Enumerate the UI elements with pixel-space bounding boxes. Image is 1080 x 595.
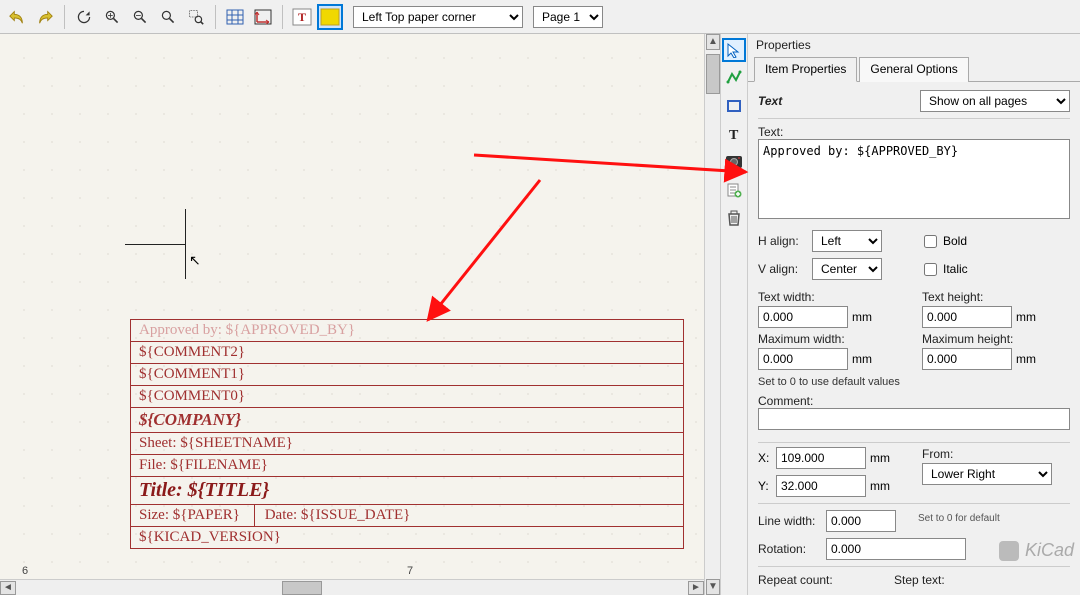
svg-text:T: T xyxy=(729,128,739,142)
tb-size-date[interactable]: Size: ${PAPER} Date: ${ISSUE_DATE} xyxy=(130,504,684,526)
from-label: From: xyxy=(922,447,1070,461)
comment-input[interactable] xyxy=(758,408,1070,430)
tb-company[interactable]: ${COMPANY} xyxy=(130,407,684,432)
text-mode-button[interactable]: T xyxy=(289,4,315,30)
tool-strip: T xyxy=(720,34,748,595)
line-width-label: Line width: xyxy=(758,514,820,528)
tb-date: Date: ${ISSUE_DATE} xyxy=(254,505,421,526)
italic-label: Italic xyxy=(943,262,968,276)
vertical-scrollbar[interactable]: ▲ ▼ xyxy=(704,34,720,595)
tab-item-properties[interactable]: Item Properties xyxy=(754,57,857,82)
tb-sheet[interactable]: Sheet: ${SHEETNAME} xyxy=(130,432,684,454)
undo-button[interactable] xyxy=(4,4,30,30)
scroll-left-icon[interactable]: ◄ xyxy=(0,581,16,595)
scroll-up-icon[interactable]: ▲ xyxy=(706,34,720,50)
tb-kicad-version[interactable]: ${KICAD_VERSION} xyxy=(130,526,684,549)
comment-label: Comment: xyxy=(758,394,1070,408)
zoom-selection-button[interactable] xyxy=(183,4,209,30)
line-width-hint: Set to 0 for default xyxy=(918,513,1000,524)
max-width-input[interactable] xyxy=(758,348,848,370)
properties-title: Properties xyxy=(748,34,1080,56)
text-value-textarea[interactable] xyxy=(758,139,1070,219)
property-tabs: Item Properties General Options xyxy=(748,56,1080,82)
properties-body: Text Show on all pages Text: H align: Le… xyxy=(748,82,1080,595)
valign-dropdown[interactable]: Center xyxy=(812,258,882,280)
append-tool[interactable] xyxy=(722,178,746,202)
step-label: Step text: xyxy=(894,573,945,587)
svg-text:T: T xyxy=(298,10,306,24)
watermark-icon xyxy=(999,541,1019,561)
zoom-out-button[interactable] xyxy=(127,4,153,30)
tb-title[interactable]: Title: ${TITLE} xyxy=(130,476,684,504)
max-height-input[interactable] xyxy=(922,348,1012,370)
text-tool[interactable]: T xyxy=(722,122,746,146)
text-width-label: Text width: xyxy=(758,290,906,304)
tb-approved-by[interactable]: Approved by: ${APPROVED_BY} xyxy=(130,319,684,341)
title-block[interactable]: Approved by: ${APPROVED_BY} ${COMMENT2} … xyxy=(130,319,684,549)
color-mode-button[interactable] xyxy=(317,4,343,30)
properties-panel: Properties Item Properties General Optio… xyxy=(748,34,1080,595)
text-width-input[interactable] xyxy=(758,306,848,328)
polyline-tool[interactable] xyxy=(722,66,746,90)
from-dropdown[interactable]: Lower Right xyxy=(922,463,1052,485)
default-hint: Set to 0 to use default values xyxy=(758,376,1070,388)
ruler-label-7: 7 xyxy=(407,565,413,577)
canvas-area[interactable]: ↖ Approved by: ${APPROVED_BY} ${COMMENT2… xyxy=(0,34,704,595)
page-dropdown[interactable]: Page 1 xyxy=(533,6,603,28)
cursor-icon: ↖ xyxy=(189,252,201,269)
bold-label: Bold xyxy=(943,234,967,248)
rotation-input[interactable] xyxy=(826,538,966,560)
tb-file[interactable]: File: ${FILENAME} xyxy=(130,454,684,476)
separator xyxy=(282,5,283,29)
x-label: X: xyxy=(758,451,772,465)
refresh-button[interactable] xyxy=(71,4,97,30)
section-text-heading: Text xyxy=(758,94,782,108)
redo-button[interactable] xyxy=(32,4,58,30)
repeat-label: Repeat count: xyxy=(758,573,888,587)
zoom-fit-button[interactable] xyxy=(155,4,181,30)
x-input[interactable] xyxy=(776,447,866,469)
scroll-thumb[interactable] xyxy=(706,54,720,94)
scroll-thumb[interactable] xyxy=(282,581,322,595)
tb-size: Size: ${PAPER} xyxy=(139,507,240,523)
tb-comment2[interactable]: ${COMMENT2} xyxy=(130,341,684,363)
separator xyxy=(64,5,65,29)
halign-label: H align: xyxy=(758,234,806,248)
italic-checkbox[interactable] xyxy=(924,263,937,276)
text-height-label: Text height: xyxy=(922,290,1070,304)
max-width-label: Maximum width: xyxy=(758,332,906,346)
text-height-input[interactable] xyxy=(922,306,1012,328)
ruler-label-6: 6 xyxy=(22,565,28,577)
rotation-label: Rotation: xyxy=(758,542,820,556)
delete-tool[interactable] xyxy=(722,206,746,230)
origin-dropdown[interactable]: Left Top paper corner xyxy=(353,6,523,28)
top-toolbar: T Left Top paper corner Page 1 xyxy=(0,0,1080,34)
tb-comment1[interactable]: ${COMMENT1} xyxy=(130,363,684,385)
horizontal-scrollbar[interactable]: ◄ ► xyxy=(0,579,704,595)
tb-comment0[interactable]: ${COMMENT0} xyxy=(130,385,684,407)
image-tool[interactable] xyxy=(722,150,746,174)
grid-button[interactable] xyxy=(222,4,248,30)
show-mode-dropdown[interactable]: Show on all pages xyxy=(920,90,1070,112)
valign-label: V align: xyxy=(758,262,806,276)
label-text: Text: xyxy=(758,125,1070,139)
y-input[interactable] xyxy=(776,475,866,497)
scroll-down-icon[interactable]: ▼ xyxy=(706,579,720,595)
halign-dropdown[interactable]: Left xyxy=(812,230,882,252)
tab-general-options[interactable]: General Options xyxy=(859,57,968,82)
select-tool[interactable] xyxy=(722,38,746,62)
line-width-input[interactable] xyxy=(826,510,896,532)
kicad-watermark: KiCad xyxy=(999,540,1074,561)
zoom-in-button[interactable] xyxy=(99,4,125,30)
scroll-right-icon[interactable]: ► xyxy=(688,581,704,595)
rectangle-tool[interactable] xyxy=(722,94,746,118)
bold-checkbox[interactable] xyxy=(924,235,937,248)
max-height-label: Maximum height: xyxy=(922,332,1070,346)
y-label: Y: xyxy=(758,479,772,493)
separator xyxy=(215,5,216,29)
origin-button[interactable] xyxy=(250,4,276,30)
